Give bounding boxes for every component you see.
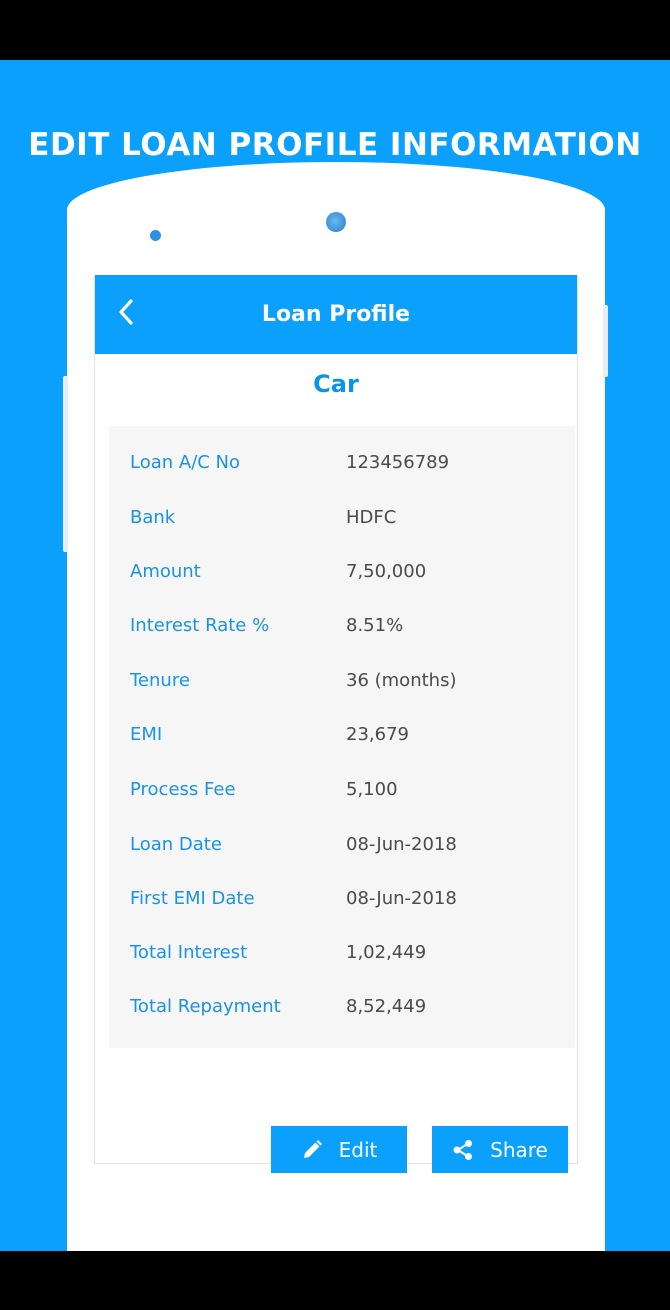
navigation-bar bbox=[0, 1251, 670, 1310]
detail-value: 8,52,449 bbox=[346, 996, 427, 1017]
detail-label: Loan A/C No bbox=[130, 452, 241, 473]
detail-row: Tenure 36 (months) bbox=[109, 670, 575, 700]
status-bar bbox=[0, 0, 670, 60]
detail-value: 08-Jun-2018 bbox=[346, 834, 457, 855]
page-title: Loan Profile bbox=[261, 302, 411, 327]
detail-value: 7,50,000 bbox=[346, 561, 427, 582]
detail-value: HDFC bbox=[346, 507, 397, 528]
promo-title: EDIT LOAN PROFILE INFORMATION bbox=[28, 127, 642, 163]
pencil-icon bbox=[301, 1139, 323, 1161]
detail-row: Amount 7,50,000 bbox=[109, 561, 575, 591]
detail-value: 36 (months) bbox=[346, 670, 457, 691]
edit-button[interactable]: Edit bbox=[271, 1126, 407, 1173]
phone-side-button bbox=[63, 376, 68, 552]
app-header: Loan Profile bbox=[95, 275, 577, 354]
detail-row: Loan A/C No 123456789 bbox=[109, 452, 575, 482]
detail-row: Loan Date 08-Jun-2018 bbox=[109, 834, 575, 864]
detail-label: Loan Date bbox=[130, 834, 222, 855]
phone-sensor bbox=[150, 230, 161, 241]
share-icon bbox=[452, 1139, 474, 1161]
detail-row: First EMI Date 08-Jun-2018 bbox=[109, 888, 575, 918]
detail-value: 23,679 bbox=[346, 724, 409, 745]
detail-label: Interest Rate % bbox=[130, 615, 270, 636]
detail-value: 08-Jun-2018 bbox=[346, 888, 457, 909]
edit-button-label: Edit bbox=[338, 1137, 378, 1162]
detail-label: Bank bbox=[130, 507, 176, 528]
loan-type-heading: Car bbox=[313, 370, 359, 398]
share-button[interactable]: Share bbox=[432, 1126, 568, 1173]
app-screen: Loan Profile Car Loan A/C No 123456789 B… bbox=[94, 275, 578, 1173]
detail-label: Total Repayment bbox=[130, 996, 281, 1017]
detail-value: 123456789 bbox=[346, 452, 450, 473]
detail-label: Process Fee bbox=[130, 779, 236, 800]
detail-row: EMI 23,679 bbox=[109, 724, 575, 754]
detail-label: Tenure bbox=[130, 670, 190, 691]
detail-row: Total Interest 1,02,449 bbox=[109, 942, 575, 972]
share-button-label: Share bbox=[490, 1137, 548, 1162]
detail-row: Bank HDFC bbox=[109, 507, 575, 537]
phone-camera bbox=[326, 212, 346, 232]
detail-label: Total Interest bbox=[130, 942, 248, 963]
detail-label: EMI bbox=[130, 724, 163, 745]
detail-label: Amount bbox=[130, 561, 201, 582]
detail-label: First EMI Date bbox=[130, 888, 255, 909]
detail-row: Interest Rate % 8.51% bbox=[109, 615, 575, 645]
detail-row: Process Fee 5,100 bbox=[109, 779, 575, 809]
detail-row: Total Repayment 8,52,449 bbox=[109, 996, 575, 1026]
detail-value: 8.51% bbox=[346, 615, 404, 636]
back-button[interactable] bbox=[109, 297, 143, 331]
loan-details-card: Loan A/C No 123456789 Bank HDFC Amount 7… bbox=[109, 426, 575, 1048]
phone-side-button bbox=[603, 305, 608, 377]
detail-value: 1,02,449 bbox=[346, 942, 427, 963]
chevron-left-icon bbox=[117, 298, 135, 330]
detail-value: 5,100 bbox=[346, 779, 398, 800]
